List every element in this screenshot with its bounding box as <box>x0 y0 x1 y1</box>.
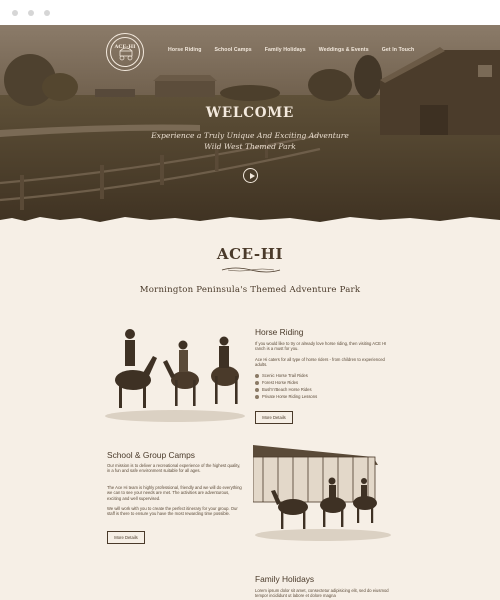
school-camps-more-details-button[interactable]: More Details <box>107 531 145 544</box>
hero-banner: ACE-HI Horse Riding School Camps Family … <box>0 25 500 225</box>
list-item: Scenic Horse Trail Rides <box>255 372 317 379</box>
hero-ranch-photo <box>0 25 500 225</box>
hero-subtitle-line1: Experience a Truly Unique And Exciting A… <box>151 131 349 140</box>
list-item-label: Private Horse Riding Lessons <box>262 394 318 399</box>
window-dot-icon <box>44 10 50 16</box>
bullet-icon <box>255 373 259 378</box>
window-dot-icon <box>28 10 34 16</box>
play-video-icon[interactable] <box>243 168 258 183</box>
hero-subtitle-line2: Wild West Themed Park <box>204 142 296 151</box>
tagline: Mornington Peninsula's Themed Adventure … <box>139 285 361 295</box>
bullet-icon <box>255 387 259 392</box>
logo-ring: ACE-HI <box>110 37 140 67</box>
hero-title: WELCOME <box>205 105 295 121</box>
nav-item-get-in-touch[interactable]: Get In Touch <box>382 47 415 53</box>
school-camps-paragraph-3: We will work with you to create the perf… <box>107 506 238 517</box>
horse-riding-more-details-button[interactable]: More Details <box>255 411 293 424</box>
nav-item-weddings-events[interactable]: Weddings & Events <box>319 47 369 53</box>
nav-item-horse-riding[interactable]: Horse Riding <box>168 47 201 53</box>
family-holidays-title: Family Holidays <box>255 574 315 584</box>
nav-item-family-holidays[interactable]: Family Holidays <box>265 47 306 53</box>
list-item: Bush'n'Beach Horse Rides <box>255 386 317 393</box>
bullet-icon <box>255 394 259 399</box>
wagon-icon <box>119 47 133 61</box>
school-camps-paragraph-2: The Ace Hi team is highly professional, … <box>107 485 242 501</box>
school-camps-paragraph-1: Our mission is to deliver a recreational… <box>107 463 241 474</box>
group-riders-photo <box>253 435 393 550</box>
horse-riding-list: Scenic Horse Trail Rides Forest Horse Ri… <box>255 372 317 400</box>
main-nav: Horse Riding School Camps Family Holiday… <box>168 47 427 53</box>
flourish-divider-icon <box>221 267 281 273</box>
browser-chrome <box>0 0 500 25</box>
bullet-icon <box>255 380 259 385</box>
list-item-label: Forest Horse Rides <box>262 380 299 385</box>
horse-riders-photo <box>105 318 250 433</box>
list-item: Forest Horse Rides <box>255 379 317 386</box>
school-camps-title: School & Group Camps <box>107 450 195 460</box>
horse-riding-paragraph-1: If you would like to try or already love… <box>255 341 387 352</box>
list-item: Private Horse Riding Lessons <box>255 393 317 400</box>
family-holidays-paragraph-1: Lorem ipsum dolor sit amet, consectetur … <box>255 588 389 599</box>
brand-heading: ACE-HI <box>216 245 284 263</box>
ace-hi-logo[interactable]: ACE-HI <box>106 33 144 71</box>
nav-item-school-camps[interactable]: School Camps <box>214 47 251 53</box>
horse-riding-paragraph-2: Ace Hi caters for all type of horse ride… <box>255 357 385 368</box>
list-item-label: Scenic Horse Trail Rides <box>262 373 308 378</box>
list-item-label: Bush'n'Beach Horse Rides <box>262 387 312 392</box>
horse-riding-title: Horse Riding <box>255 327 304 337</box>
window-dot-icon <box>12 10 18 16</box>
